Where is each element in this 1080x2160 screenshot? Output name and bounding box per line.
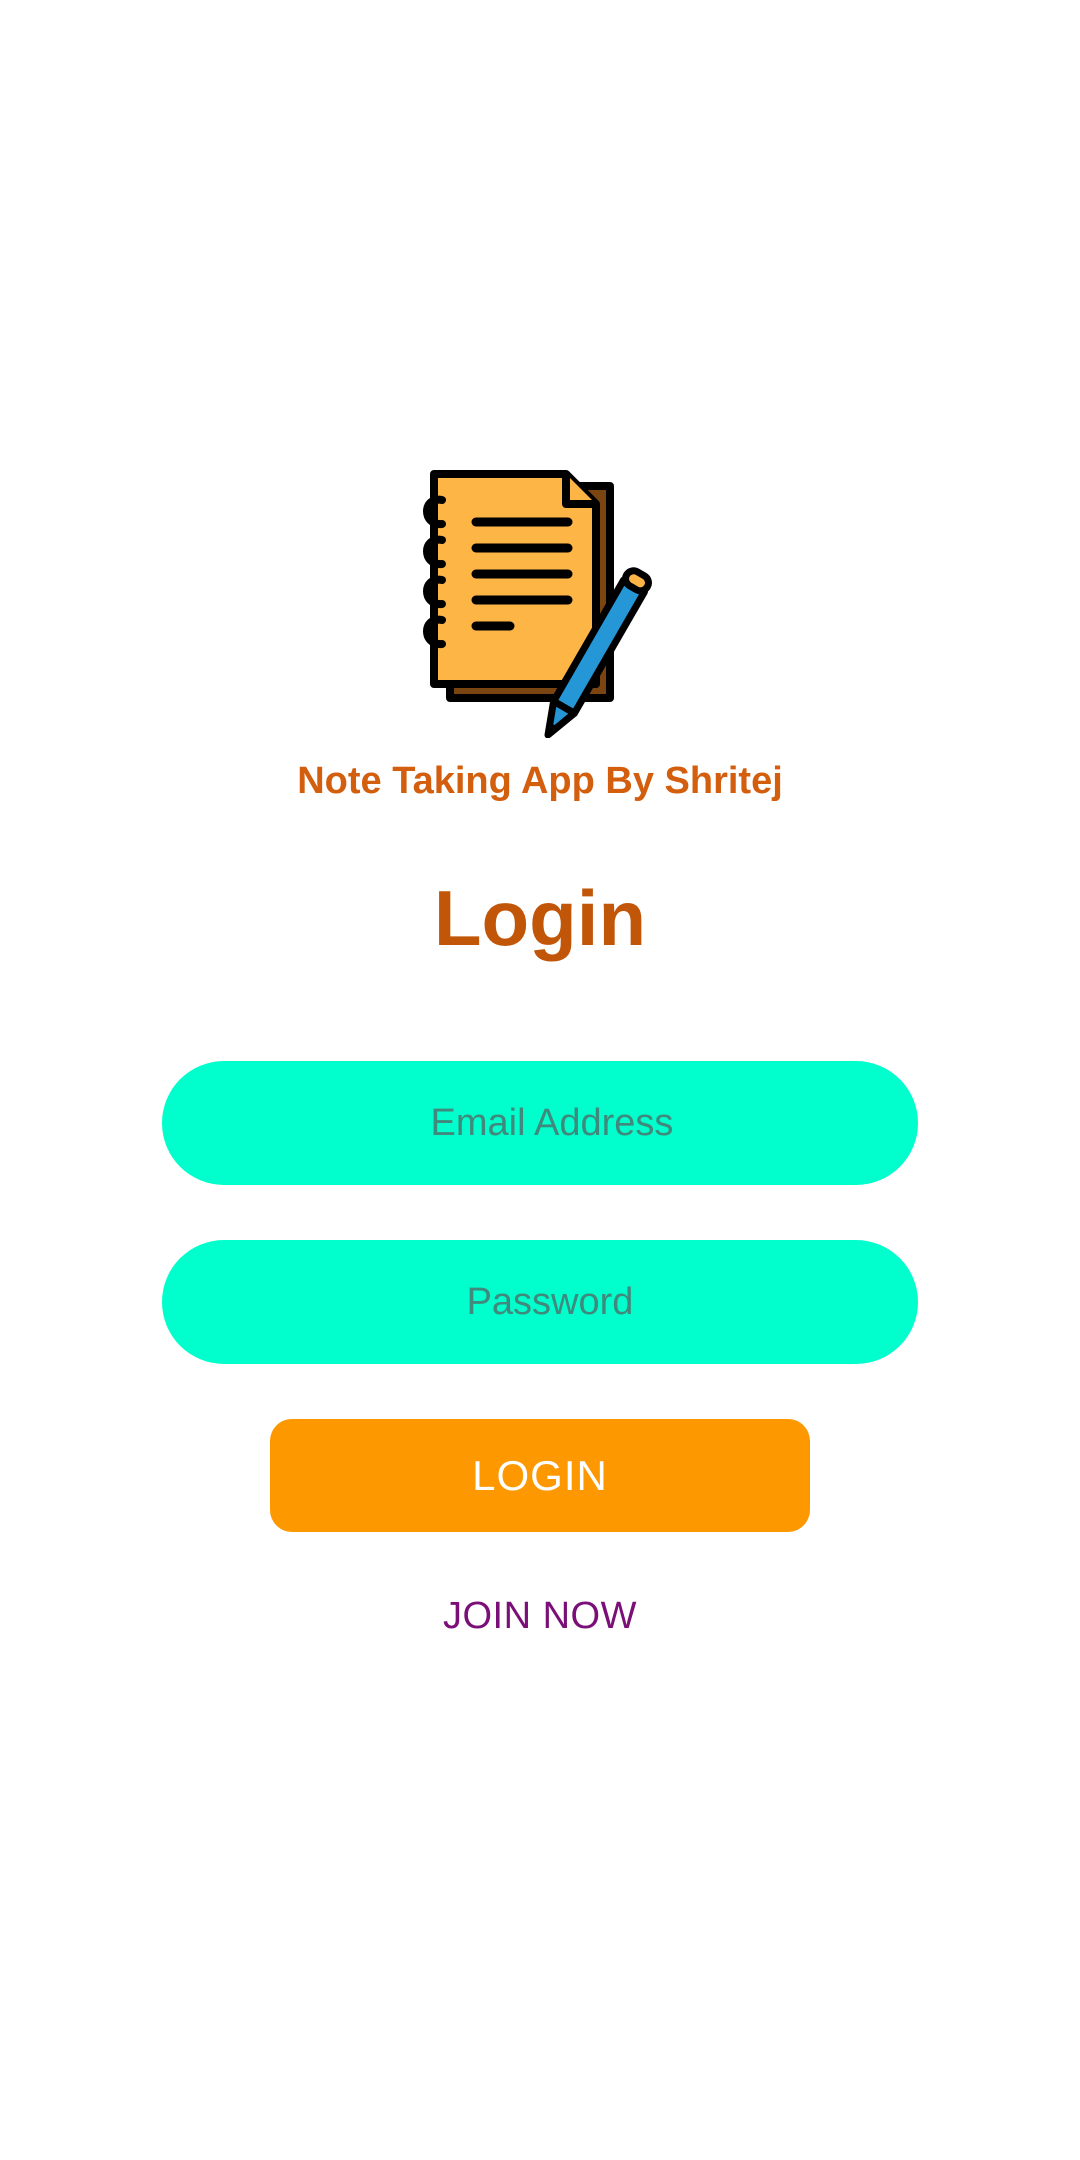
password-field[interactable]: [162, 1240, 918, 1364]
app-subtitle: Note Taking App By Shritej: [297, 760, 783, 802]
page-title: Login: [433, 874, 647, 962]
email-input[interactable]: [162, 1061, 918, 1185]
join-now-link[interactable]: JOIN NOW: [0, 1588, 1080, 1644]
login-button[interactable]: LOGIN: [270, 1419, 810, 1532]
email-field[interactable]: [162, 1061, 918, 1185]
password-input[interactable]: [162, 1240, 918, 1364]
notebook-pencil-icon: [420, 468, 660, 739]
